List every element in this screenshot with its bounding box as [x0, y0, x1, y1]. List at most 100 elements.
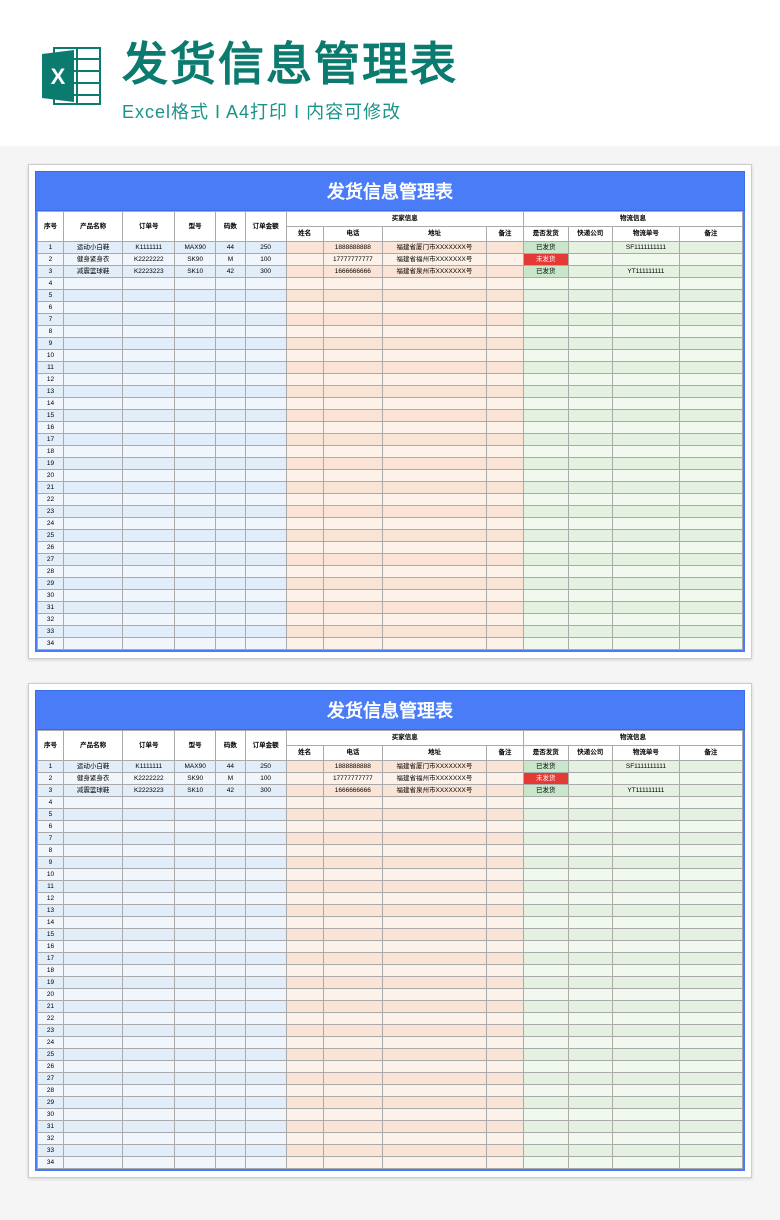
col-tracking: 物流单号	[613, 227, 680, 242]
cell-qty	[216, 482, 246, 494]
cell-note1	[486, 833, 523, 845]
cell-qty	[216, 326, 246, 338]
cell-idx: 11	[38, 362, 64, 374]
cell-order	[123, 1097, 175, 1109]
cell-address	[383, 410, 487, 422]
cell-tracking	[613, 422, 680, 434]
cell-note1	[486, 917, 523, 929]
table-row: 27	[38, 554, 743, 566]
cell-idx: 15	[38, 410, 64, 422]
cell-order	[123, 542, 175, 554]
cell-name	[286, 422, 323, 434]
cell-note1	[486, 254, 523, 266]
cell-product	[63, 833, 122, 845]
cell-name	[286, 989, 323, 1001]
cell-model	[175, 482, 216, 494]
cell-idx: 14	[38, 917, 64, 929]
cell-note1	[486, 470, 523, 482]
cell-express	[568, 266, 613, 278]
cell-phone	[323, 1157, 382, 1169]
cell-model	[175, 602, 216, 614]
cell-order: K2223223	[123, 785, 175, 797]
cell-tracking	[613, 578, 680, 590]
table-row: 30	[38, 1109, 743, 1121]
cell-note1	[486, 1109, 523, 1121]
cell-qty	[216, 953, 246, 965]
excel-icon: X	[40, 44, 104, 108]
cell-product	[63, 386, 122, 398]
cell-order	[123, 506, 175, 518]
cell-address: 福建省福州市XXXXXXX号	[383, 773, 487, 785]
cell-phone	[323, 869, 382, 881]
cell-order	[123, 1121, 175, 1133]
cell-idx: 31	[38, 602, 64, 614]
cell-idx: 8	[38, 845, 64, 857]
cell-address: 福建省泉州市XXXXXXX号	[383, 266, 487, 278]
cell-express	[568, 1133, 613, 1145]
cell-phone	[323, 1133, 382, 1145]
cell-shipped	[524, 1061, 569, 1073]
cell-model	[175, 542, 216, 554]
cell-order	[123, 1109, 175, 1121]
cell-express	[568, 302, 613, 314]
table-row: 15	[38, 929, 743, 941]
table-row: 21	[38, 482, 743, 494]
cell-address	[383, 845, 487, 857]
cell-amount: 100	[245, 773, 286, 785]
cell-shipped	[524, 578, 569, 590]
table-row: 17	[38, 953, 743, 965]
cell-shipped	[524, 314, 569, 326]
cell-qty	[216, 590, 246, 602]
cell-idx: 26	[38, 542, 64, 554]
cell-qty	[216, 446, 246, 458]
cell-order	[123, 446, 175, 458]
cell-express	[568, 785, 613, 797]
cell-name	[286, 821, 323, 833]
cell-idx: 13	[38, 905, 64, 917]
cell-amount: 300	[245, 266, 286, 278]
cell-tracking: YT111111111	[613, 785, 680, 797]
cell-tracking	[613, 809, 680, 821]
cell-qty	[216, 857, 246, 869]
cell-shipped	[524, 1037, 569, 1049]
cell-note2	[679, 266, 742, 278]
cell-idx: 32	[38, 614, 64, 626]
cell-phone: 1888888888	[323, 761, 382, 773]
cell-express	[568, 626, 613, 638]
cell-name	[286, 518, 323, 530]
cell-name	[286, 797, 323, 809]
cell-qty	[216, 1073, 246, 1085]
cell-phone	[323, 386, 382, 398]
cell-address	[383, 518, 487, 530]
cell-model	[175, 821, 216, 833]
cell-name	[286, 314, 323, 326]
cell-name	[286, 761, 323, 773]
col-logistics-group: 物流信息	[524, 731, 743, 746]
cell-qty	[216, 566, 246, 578]
cell-name	[286, 1145, 323, 1157]
cell-note1	[486, 626, 523, 638]
cell-qty	[216, 578, 246, 590]
cell-name	[286, 290, 323, 302]
cell-amount: 250	[245, 242, 286, 254]
cell-express	[568, 242, 613, 254]
cell-note2	[679, 458, 742, 470]
cell-note1	[486, 1073, 523, 1085]
cell-order	[123, 326, 175, 338]
table-row: 2健身紧身衣K2222222SK90M10017777777777福建省福州市X…	[38, 773, 743, 785]
cell-address	[383, 290, 487, 302]
cell-qty: 44	[216, 242, 246, 254]
cell-idx: 34	[38, 638, 64, 650]
cell-name	[286, 953, 323, 965]
cell-shipped	[524, 410, 569, 422]
cell-qty	[216, 398, 246, 410]
cell-order	[123, 965, 175, 977]
cell-amount	[245, 905, 286, 917]
cell-address	[383, 869, 487, 881]
cell-idx: 7	[38, 833, 64, 845]
cell-tracking: YT111111111	[613, 266, 680, 278]
cell-model	[175, 494, 216, 506]
cell-name	[286, 626, 323, 638]
cell-product	[63, 542, 122, 554]
cell-idx: 24	[38, 1037, 64, 1049]
